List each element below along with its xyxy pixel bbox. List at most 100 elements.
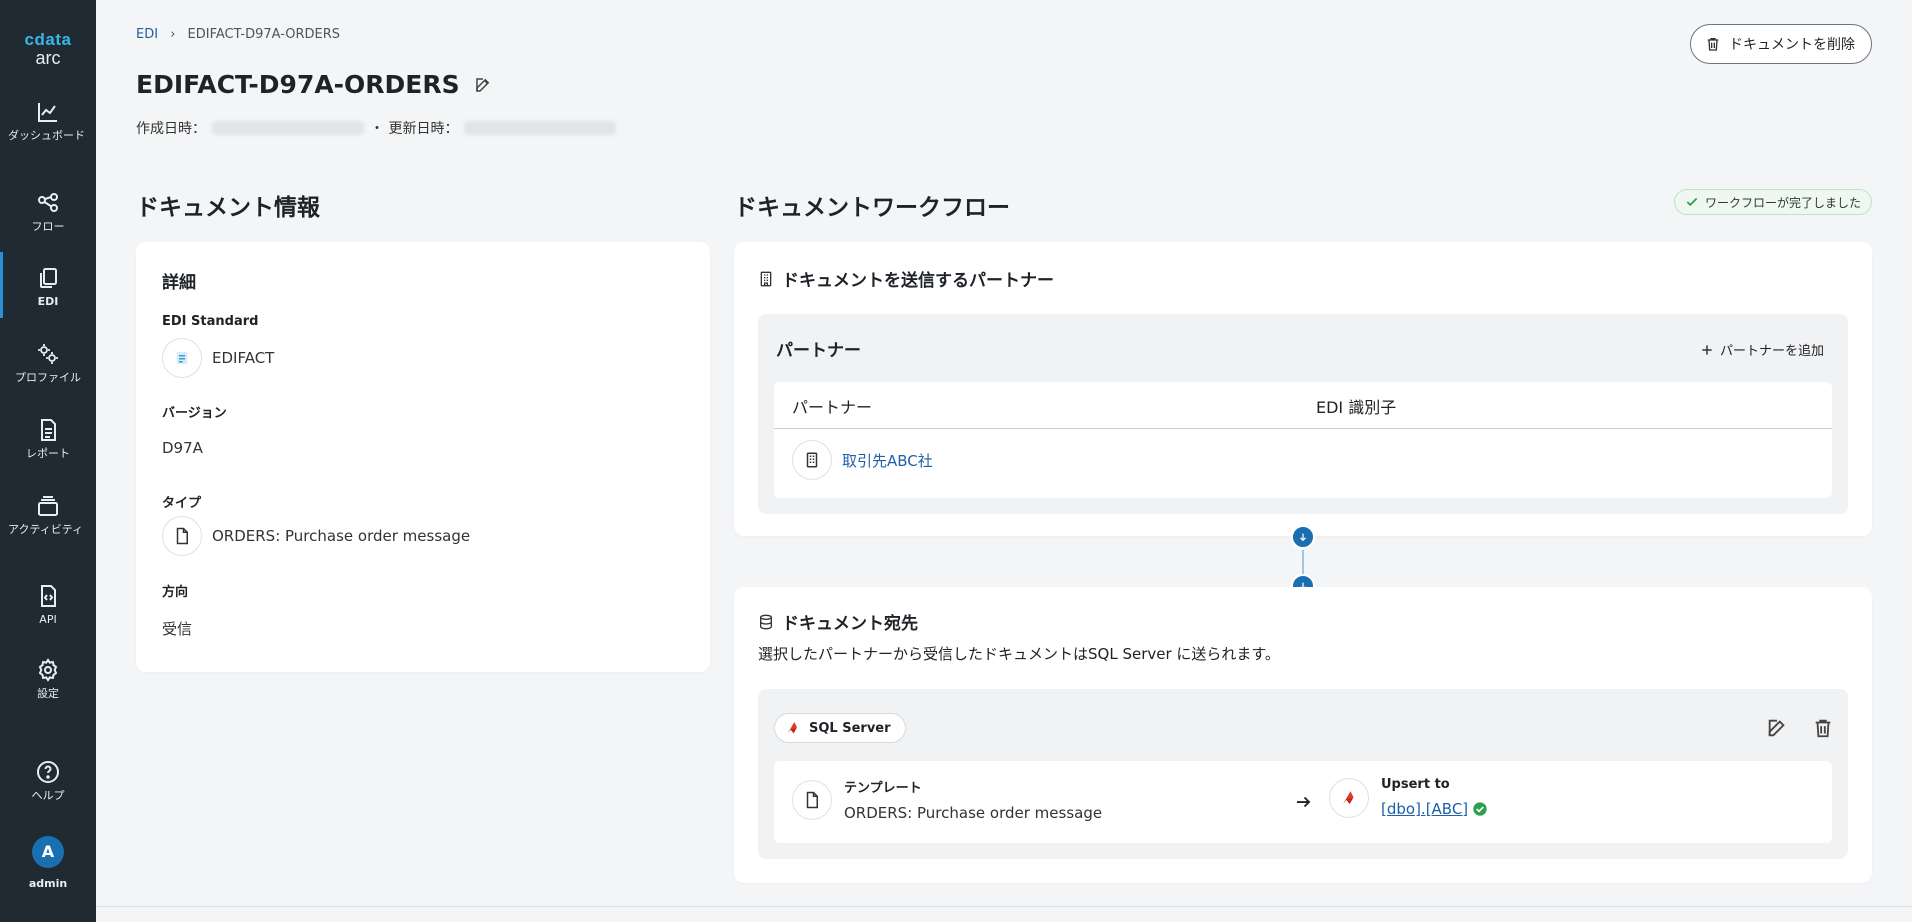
sidebar-item-report[interactable]: レポート: [0, 418, 96, 460]
gears-icon: [38, 344, 58, 364]
user-name: admin: [28, 877, 68, 890]
help-circle-icon: [37, 761, 59, 783]
copy-docs-icon: [40, 268, 57, 288]
breadcrumb-current: EDIFACT-D97A-ORDERS: [187, 27, 341, 42]
breadcrumb-edi-link[interactable]: EDI: [136, 27, 158, 42]
document-icon: [792, 779, 832, 820]
template-value: ORDERS: Purchase order message: [844, 804, 1103, 822]
arrow-down-icon: [1291, 525, 1315, 549]
edi-standard-text: EDIFACT: [212, 349, 275, 367]
document-lines-icon: [41, 419, 56, 441]
upsert-table-link[interactable]: [dbo].[ABC]: [1381, 800, 1468, 818]
sidebar-item-label: アクティビティ: [8, 523, 84, 536]
edifact-logo-icon: [162, 338, 202, 378]
sidebar-item-help[interactable]: ヘルプ: [0, 760, 96, 802]
sidebar-item-label: ダッシュボード: [8, 129, 85, 142]
sidebar-item-label: API: [39, 613, 57, 626]
edit-title-icon[interactable]: [474, 76, 492, 94]
sidebar-item-settings[interactable]: 設定: [0, 658, 96, 700]
sql-server-icon: [787, 722, 797, 734]
gear-icon: [38, 658, 58, 682]
edit-connector-icon[interactable]: [1766, 717, 1788, 739]
chart-line-icon: [38, 103, 57, 122]
upsert-block: Upsert to [dbo].[ABC]: [1329, 777, 1488, 818]
brand-logo[interactable]: cdata arc: [0, 30, 96, 69]
sender-title: ドキュメントを送信するパートナー: [758, 266, 1054, 291]
created-label: 作成日時：: [136, 121, 206, 137]
partner-table: パートナー EDI 識別子 取引先ABC社: [774, 382, 1832, 498]
sender-title-text: ドキュメントを送信するパートナー: [782, 271, 1054, 291]
add-partner-button[interactable]: パートナーを追加: [1700, 340, 1824, 359]
sidebar-item-dashboard[interactable]: ダッシュボード: [0, 100, 96, 142]
building-icon: [760, 271, 772, 286]
delete-document-button[interactable]: ドキュメントを削除: [1690, 24, 1872, 64]
destination-description: 選択したパートナーから受信したドキュメントはSQL Server に送られます。: [758, 645, 1280, 663]
trash-icon: [1707, 38, 1719, 51]
timestamps: 作成日時： ・ 更新日時：: [136, 118, 617, 138]
type-label: タイプ: [162, 496, 202, 511]
sender-partner-card: ドキュメントを送信するパートナー パートナー パートナーを追加 パートナー ED…: [734, 242, 1872, 536]
destination-title: ドキュメント宛先: [758, 609, 918, 634]
file-code-icon: [41, 585, 56, 607]
share-nodes-icon: [38, 193, 58, 212]
document-info-heading: ドキュメント情報: [136, 195, 320, 221]
updated-value-redacted: [464, 121, 617, 135]
partner-panel-title: パートナー: [776, 341, 861, 361]
sidebar-item-profile[interactable]: プロファイル: [0, 342, 96, 384]
sidebar-item-label: フロー: [31, 220, 65, 233]
partner-name-link[interactable]: 取引先ABC社: [842, 450, 933, 471]
sidebar-item-label: ヘルプ: [31, 789, 65, 802]
sidebar-item-label: EDI: [37, 295, 59, 308]
template-block: テンプレート ORDERS: Purchase order message: [792, 777, 1102, 822]
template-label: テンプレート: [844, 781, 922, 796]
version-value: D97A: [162, 439, 203, 457]
avatar: A: [32, 836, 64, 868]
brand-name-top: cdata: [24, 30, 72, 49]
sidebar-item-label: レポート: [26, 447, 70, 460]
partner-panel: パートナー パートナーを追加 パートナー EDI 識別子 取引先ABC社: [758, 314, 1848, 514]
edi-standard-value: EDIFACT: [162, 338, 274, 378]
sidebar-item-api[interactable]: API: [0, 584, 96, 626]
building-icon: [792, 440, 832, 480]
destination-card: ドキュメント宛先 選択したパートナーから受信したドキュメントはSQL Serve…: [734, 587, 1872, 883]
document-icon: [162, 516, 202, 556]
upsert-label: Upsert to: [1381, 777, 1450, 792]
delete-document-label: ドキュメントを削除: [1729, 36, 1855, 52]
check-circle-icon: [1473, 802, 1487, 816]
workflow-status-badge: ワークフローが完了しました: [1673, 189, 1872, 215]
type-text: ORDERS: Purchase order message: [212, 527, 471, 545]
direction-label: 方向: [162, 585, 189, 600]
updated-label: ・ 更新日時：: [370, 121, 459, 137]
sidebar-item-activity[interactable]: アクティビティ: [0, 494, 96, 536]
plus-icon: [1702, 344, 1712, 355]
sidebar-item-edi[interactable]: EDI: [0, 252, 96, 318]
page-bottom-divider: [96, 906, 1912, 907]
delete-connector-icon[interactable]: [1812, 717, 1834, 739]
sidebar-item-flow[interactable]: フロー: [0, 191, 96, 233]
column-header-edi-id: EDI 識別子: [1316, 398, 1397, 417]
connector-chip[interactable]: SQL Server: [774, 713, 906, 743]
layers-icon: [38, 496, 58, 516]
breadcrumb-separator: ›: [170, 27, 176, 42]
sql-server-icon: [1329, 777, 1369, 818]
type-value: ORDERS: Purchase order message: [162, 516, 470, 556]
page-title: EDIFACT-D97A-ORDERS: [136, 70, 460, 99]
direction-value: 受信: [162, 620, 193, 638]
breadcrumb: EDI › EDIFACT-D97A-ORDERS: [136, 27, 340, 42]
user-menu[interactable]: A admin: [0, 836, 96, 890]
add-partner-label: パートナーを追加: [1719, 344, 1824, 359]
check-icon: [1686, 197, 1698, 207]
created-value-redacted: [212, 121, 364, 135]
table-row[interactable]: 取引先ABC社: [792, 440, 933, 480]
workflow-status-text: ワークフローが完了しました: [1704, 195, 1861, 210]
connector-chip-label: SQL Server: [809, 720, 891, 736]
database-icon: [760, 614, 772, 629]
mapping-box: テンプレート ORDERS: Purchase order message Up…: [774, 761, 1832, 843]
workflow-heading: ドキュメントワークフロー: [734, 195, 1010, 221]
details-title: 詳細: [162, 273, 196, 293]
sidebar-item-label: 設定: [37, 687, 59, 700]
document-info-card: 詳細 EDI Standard EDIFACT バージョン D97A タイプ O…: [136, 242, 710, 672]
destination-panel: SQL Server テンプレート ORDERS: Purchase order…: [758, 689, 1848, 859]
upsert-target: [dbo].[ABC]: [1381, 800, 1488, 818]
title-row: EDIFACT-D97A-ORDERS: [136, 70, 492, 99]
